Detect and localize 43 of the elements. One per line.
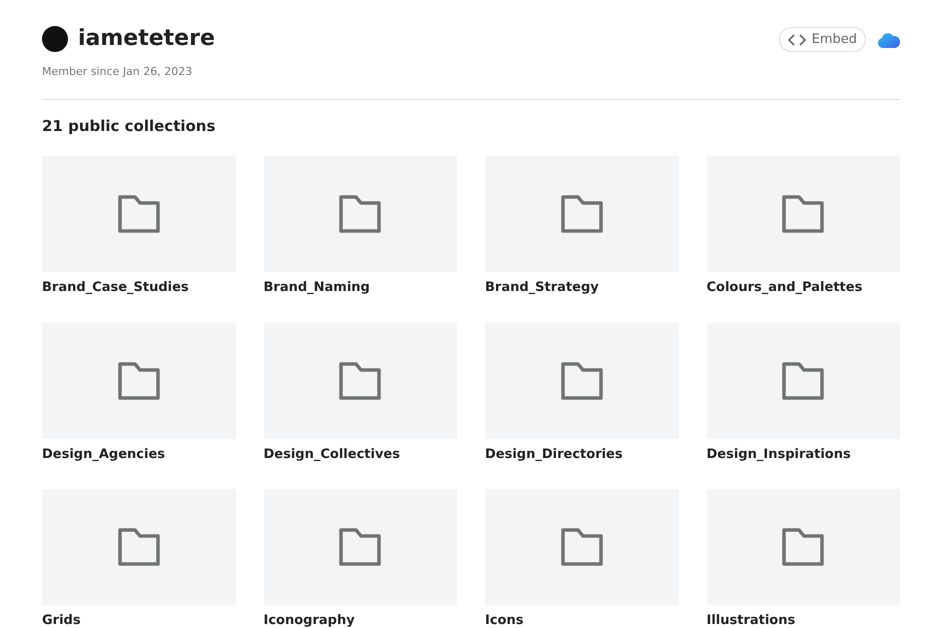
folder-icon — [339, 195, 382, 233]
collection-name[interactable]: Grids — [42, 611, 236, 628]
collection-thumbnail[interactable] — [706, 489, 900, 605]
collection-thumbnail[interactable] — [485, 489, 678, 605]
folder-icon — [782, 195, 824, 233]
collection-name[interactable]: Iconography — [264, 611, 457, 628]
collection-thumbnail[interactable] — [264, 156, 457, 272]
collection-name[interactable]: Design_Collectives — [264, 444, 457, 464]
collection-thumbnail[interactable] — [264, 322, 457, 438]
collection-thumbnail[interactable] — [485, 322, 678, 438]
folder-icon — [560, 528, 603, 566]
folder-icon — [782, 362, 824, 400]
folder-icon — [118, 195, 160, 233]
folder-icon — [782, 528, 824, 566]
embed-button[interactable]: Embed — [778, 27, 866, 52]
folder-icon — [560, 362, 603, 400]
collection-thumbnail[interactable] — [485, 156, 678, 272]
collection-name[interactable]: Illustrations — [706, 611, 900, 628]
collection-name[interactable]: Brand_Naming — [264, 278, 457, 298]
collection-name[interactable]: Design_Inspirations — [706, 444, 900, 464]
code-icon — [788, 34, 806, 46]
collection-thumbnail[interactable] — [42, 489, 236, 605]
collection-name[interactable]: Colours_and_Palettes — [706, 278, 900, 298]
collection-thumbnail[interactable] — [264, 489, 457, 605]
collection-name[interactable]: Brand_Case_Studies — [42, 278, 236, 298]
folder-icon — [118, 528, 160, 566]
folder-icon — [118, 362, 160, 400]
username: iametetere — [78, 26, 215, 52]
collection-name[interactable]: Design_Agencies — [42, 444, 236, 464]
collection-name[interactable]: Icons — [485, 611, 678, 628]
collection-thumbnail[interactable] — [706, 156, 900, 272]
folder-icon — [560, 195, 603, 233]
avatar — [42, 26, 68, 52]
collection-thumbnail[interactable] — [42, 156, 236, 272]
collection-name[interactable]: Brand_Strategy — [485, 278, 678, 298]
collection-name[interactable]: Design_Directories — [485, 444, 678, 464]
member-since: Member since Jan 26, 2023 — [42, 64, 194, 80]
cloud-icon[interactable] — [878, 32, 900, 48]
collections-heading: 21 public collections — [42, 116, 216, 136]
folder-icon — [339, 362, 382, 400]
collection-thumbnail[interactable] — [42, 322, 236, 438]
collection-thumbnail[interactable] — [706, 322, 900, 438]
folder-icon — [339, 528, 382, 566]
